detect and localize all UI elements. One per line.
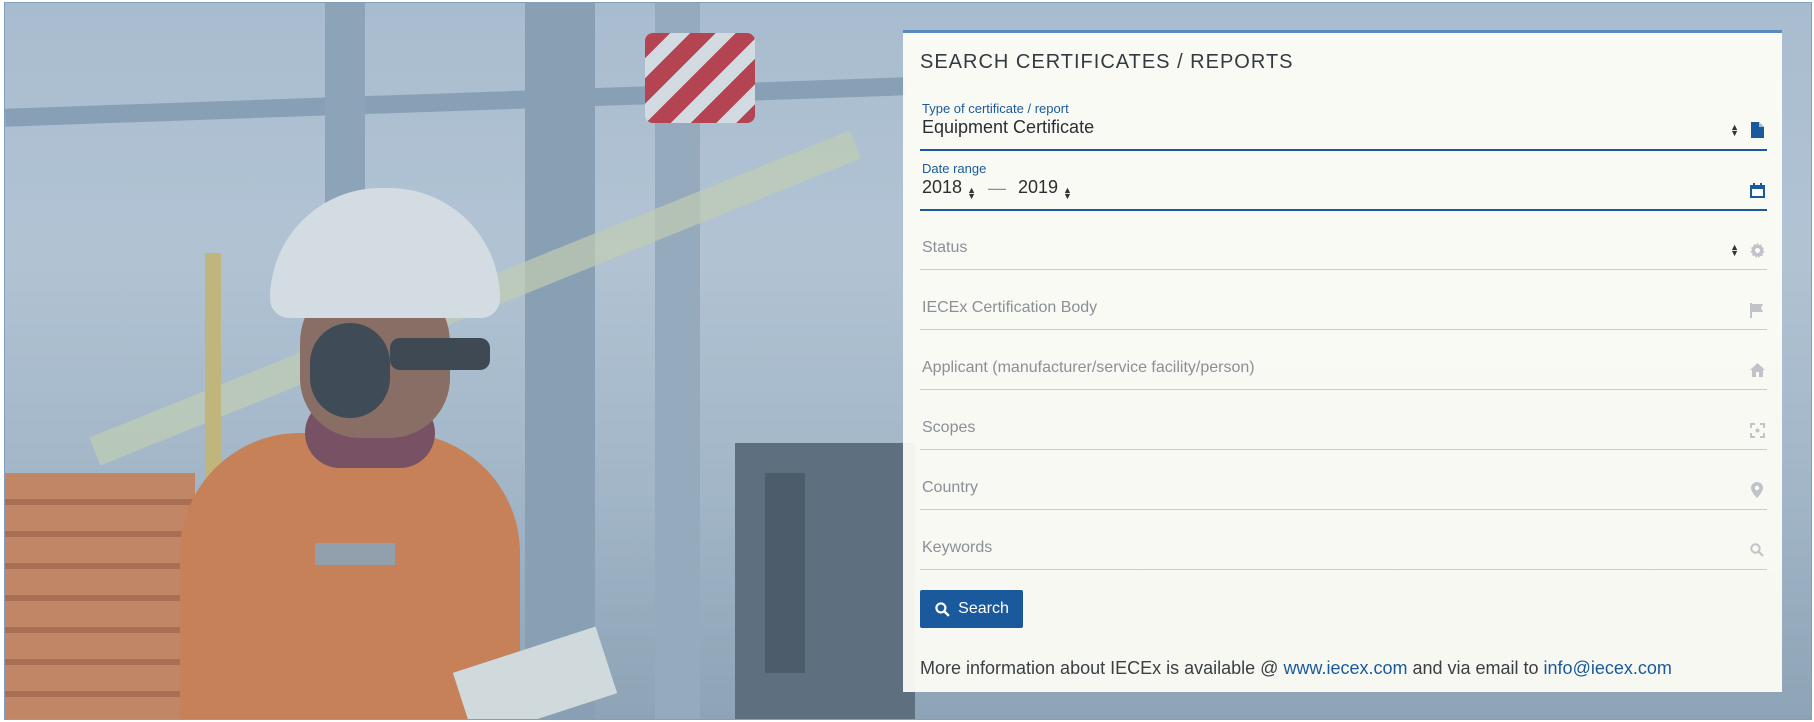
select-arrows-icon: ▲ ▼ xyxy=(967,185,976,201)
date-from-value: 2018 xyxy=(922,177,963,197)
date-from-select[interactable]: 2018 ▲ ▼ xyxy=(922,177,976,201)
certificate-type-value: Equipment Certificate xyxy=(922,117,1095,137)
applicant-select[interactable]: Applicant (manufacturer/service facility… xyxy=(920,341,1767,390)
scope-icon xyxy=(1749,421,1765,439)
select-arrows-icon: ▲ ▼ xyxy=(1730,242,1739,258)
file-icon xyxy=(1749,121,1765,139)
scopes-placeholder: Scopes xyxy=(922,419,976,436)
date-to-select[interactable]: 2019 ▲ ▼ xyxy=(1017,177,1072,201)
search-icon xyxy=(1749,541,1765,559)
map-marker-icon xyxy=(1749,481,1765,499)
keywords-input[interactable]: Keywords xyxy=(920,521,1767,570)
date-range-label: Date range xyxy=(922,161,987,176)
info-text-before: More information about IECEx is availabl… xyxy=(920,658,1284,678)
certification-body-placeholder: IECEx Certification Body xyxy=(922,299,1098,316)
select-arrows-icon: ▲ ▼ xyxy=(1730,122,1739,138)
panel-title: SEARCH CERTIFICATES / REPORTS xyxy=(920,51,1294,73)
select-arrows-icon: ▲ ▼ xyxy=(1063,185,1072,201)
country-select[interactable]: Country xyxy=(920,461,1767,510)
certificate-type-label: Type of certificate / report xyxy=(922,101,1069,116)
search-button-label: Search xyxy=(958,600,1009,617)
certificate-type-select[interactable]: Type of certificate / report Equipment C… xyxy=(920,101,1767,151)
applicant-placeholder: Applicant (manufacturer/service facility… xyxy=(922,359,1255,376)
calendar-icon[interactable] xyxy=(1749,181,1765,199)
search-icon xyxy=(934,600,950,618)
home-icon xyxy=(1749,361,1765,379)
iecex-website-link[interactable]: www.iecex.com xyxy=(1283,658,1407,678)
iecex-email-link[interactable]: info@iecex.com xyxy=(1544,658,1672,678)
info-text: More information about IECEx is availabl… xyxy=(920,658,1672,679)
search-button[interactable]: Search xyxy=(920,590,1023,628)
scopes-select[interactable]: Scopes xyxy=(920,401,1767,450)
date-separator: — xyxy=(987,177,1006,198)
flag-icon xyxy=(1749,301,1765,319)
status-placeholder: Status xyxy=(922,239,968,256)
keywords-placeholder: Keywords xyxy=(922,539,993,556)
gear-icon xyxy=(1749,241,1765,259)
status-select[interactable]: Status ▲ ▼ xyxy=(920,221,1767,270)
certification-body-select[interactable]: IECEx Certification Body xyxy=(920,281,1767,330)
country-placeholder: Country xyxy=(922,479,979,496)
search-panel: SEARCH CERTIFICATES / REPORTS Type of ce… xyxy=(903,30,1782,692)
date-to-value: 2019 xyxy=(1017,177,1059,197)
info-text-middle: and via email to xyxy=(1407,658,1544,678)
date-range-field[interactable]: Date range 2018 ▲ ▼ — 2019 ▲ ▼ xyxy=(920,161,1767,211)
